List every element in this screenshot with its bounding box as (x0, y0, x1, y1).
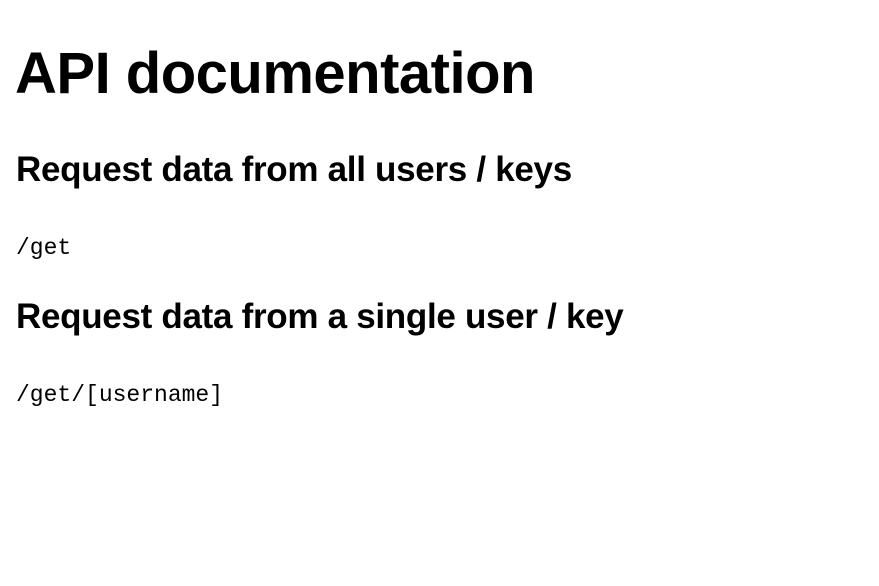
page-title: API documentation (15, 41, 535, 106)
endpoint-get-all: /get (16, 235, 72, 261)
section-heading-single-user: Request data from a single user / key (16, 297, 624, 336)
api-documentation-page: API documentation Request data from all … (0, 0, 879, 586)
section-heading-all-users: Request data from all users / keys (16, 150, 572, 189)
endpoint-get-single: /get/[username] (16, 382, 224, 408)
